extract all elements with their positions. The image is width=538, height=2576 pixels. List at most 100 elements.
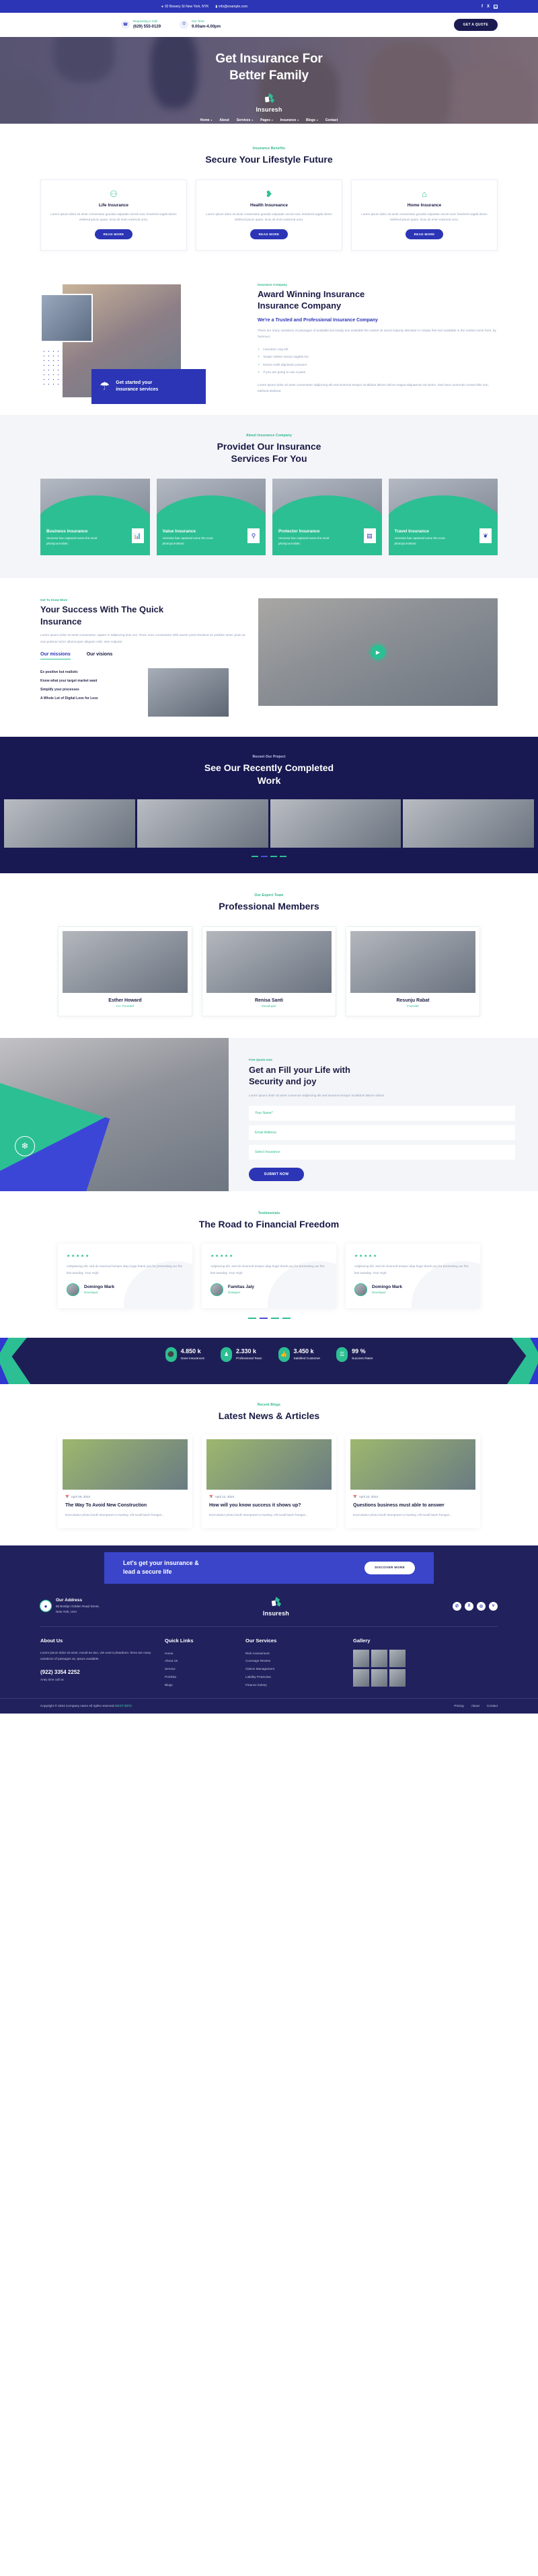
blog-post-card[interactable]: 📅 April 22, 2024 Questions business must… [346,1434,480,1528]
carousel-dot[interactable] [247,1317,256,1319]
service-card[interactable]: Travel Insurance Venessa has captured so… [388,479,498,556]
read-more-button[interactable]: READ MORE [94,229,133,239]
project-image[interactable] [403,799,534,848]
insurance-select-field[interactable] [249,1144,515,1160]
discover-more-button[interactable]: DISCOVER MORE [364,1561,415,1574]
blog-post-card[interactable]: 📅 April 12, 2024 How will you know succe… [202,1434,336,1528]
carousel-dot[interactable] [259,1317,268,1319]
award-image-small [40,293,93,342]
blog-post-title[interactable]: The Way To Avoid New Construction [63,1502,188,1510]
footer-link-service[interactable]: Service [165,1665,245,1673]
play-icon[interactable]: ▶ [371,645,385,660]
nav-item-pages[interactable]: Pages ▾ [260,118,273,122]
footer-address: ● Our Address 88 Broklyn Golden Road Str… [40,1598,100,1615]
nav-item-contact[interactable]: Contact [325,118,338,122]
benefit-card[interactable]: ⌂ Home Insurance Lorem ipsum dolor sit a… [351,179,498,251]
project-image[interactable] [270,799,401,848]
footer-logo[interactable]: Insuresh [263,1596,289,1617]
twitter-x-icon[interactable]: X [487,5,490,9]
carousel-dot[interactable] [252,856,258,857]
service-text: Venessa has captured some the most photo… [394,536,445,546]
team-member-name: Esther Howard [108,998,142,1003]
nav-item-services[interactable]: Services ▾ [237,118,253,122]
nav-item-blogs[interactable]: Blogs ▾ [306,118,318,122]
calendar-icon: 📅 [65,1494,69,1498]
carousel-dot[interactable] [270,1317,279,1319]
get-a-quote-button[interactable]: GET A QUOTE [453,19,498,31]
nav-item-insurance[interactable]: Insurance ▾ [280,118,299,122]
blog-post-title[interactable]: How will you know success it shows up? [206,1502,332,1510]
success-video-image[interactable]: ▶ [258,598,498,707]
gallery-thumbnail[interactable] [353,1668,369,1687]
submit-now-button[interactable]: SUBMIT NOW [249,1167,304,1181]
tab-our-missions[interactable]: Our missions [40,652,71,660]
footer-link-blogs[interactable]: Blogs [165,1681,245,1689]
instagram-icon[interactable]: ◎ [477,1601,486,1611]
read-more-button[interactable]: READ MORE [249,229,289,239]
footer-link-about-us[interactable]: About Us [165,1657,245,1665]
benefit-card[interactable]: ⚇ Life Insurance Lorem ipsum dolor sit a… [40,179,187,251]
copyright-highlight[interactable]: NEXT INFO [114,1704,132,1708]
phone-icon[interactable]: ✆ [453,1601,461,1611]
footer-bottom-link-about[interactable]: About [471,1704,479,1707]
gallery-thumbnail[interactable] [371,1668,387,1687]
footer-link-portfolio[interactable]: Portfolio [165,1673,245,1681]
badge-line1: Get started your [116,380,153,386]
blog-post-title[interactable]: Questions business must able to answer [350,1502,475,1510]
stat-label: Success Rates [352,1357,373,1361]
gallery-thumbnail[interactable] [353,1649,369,1667]
stat-value: 4.850 k [180,1348,201,1355]
insuresh-logo-icon [263,92,276,105]
get-started-badge[interactable]: ☂ Get started your insurance services [91,368,206,404]
gallery-thumbnail[interactable] [389,1668,406,1687]
service-card[interactable]: Protector Insurance Venessa has captured… [272,479,382,556]
twitter-x-icon[interactable]: X [465,1601,473,1611]
nav-item-about[interactable]: About [219,118,229,122]
carousel-dot[interactable] [261,856,268,857]
document-icon: ▤ [363,528,376,544]
quote-form: SUBMIT NOW [249,1105,515,1181]
footer-link-home[interactable]: Home [165,1650,245,1658]
site-logo[interactable]: Insuresh [256,92,282,113]
vimeo-icon[interactable]: v [489,1601,498,1611]
nav-item-home[interactable]: Home ▾ [200,118,213,122]
footer-service-risk-assessment[interactable]: Risk Assessment [245,1650,353,1658]
footer-service-coverage-review[interactable]: Coverage Review [245,1657,353,1665]
avatar [67,1283,79,1296]
read-more-button[interactable]: READ MORE [405,229,444,239]
footer-service-claims-management[interactable]: Claims Management [245,1665,353,1673]
footer-service-finance-industry[interactable]: Finance indstry [245,1681,353,1689]
name-field[interactable] [249,1105,515,1121]
footer-bottom-link-contact[interactable]: Contact [487,1704,498,1707]
testimonials-title: The Road to Financial Freedom [198,1218,340,1230]
team-member-card[interactable]: Esther Howard Co- Founder [58,926,192,1016]
service-card[interactable]: Value Insurance Venessa has captured som… [156,479,266,556]
blog-post-card[interactable]: 📅 April 25, 2024 The Way To Avoid New Co… [58,1434,192,1528]
check-icon: ✓ [258,355,261,360]
gallery-thumbnail[interactable] [389,1649,406,1667]
topbar-email-text: info@example.com [219,4,247,9]
footer-service-liability-protection[interactable]: Liability Protection [245,1673,353,1681]
footer-phone[interactable]: (922) 3354 2252 [40,1669,165,1675]
our-time-group: ⏱ Our Time: 9.00am-4.00pm [180,19,221,30]
team-member-card[interactable]: Resunju Rabat Founder [346,926,480,1016]
service-card[interactable]: Business Insurance Venessa has captured … [40,479,150,556]
projects-title-line2: Work [257,775,281,787]
quote-family-image: ❄ [0,1037,229,1191]
footer-bottom-link-pricing[interactable]: Pricing [454,1704,463,1707]
info-bar: ☎ Requesting A Call: (629) 555-0129 ⏱ Ou… [0,13,538,37]
topbar-email[interactable]: ▮ info@example.com [215,5,247,9]
gallery-thumbnail[interactable] [371,1649,387,1667]
benefit-card[interactable]: ❥ Health Insureance Lorem ipsum dolor si… [196,179,342,251]
carousel-dot[interactable] [280,856,286,857]
email-field[interactable] [249,1125,515,1140]
team-member-card[interactable]: Renisa Santi Developer [202,926,336,1016]
carousel-dot[interactable] [270,856,277,857]
project-image[interactable] [137,799,268,848]
request-call-value[interactable]: (629) 555-0129 [133,24,161,30]
linkedin-icon[interactable]: in [494,4,498,9]
tab-our-visions[interactable]: Our visions [87,652,113,659]
facebook-icon[interactable]: f [482,5,483,9]
project-image[interactable] [4,799,135,848]
carousel-dot[interactable] [282,1317,291,1319]
